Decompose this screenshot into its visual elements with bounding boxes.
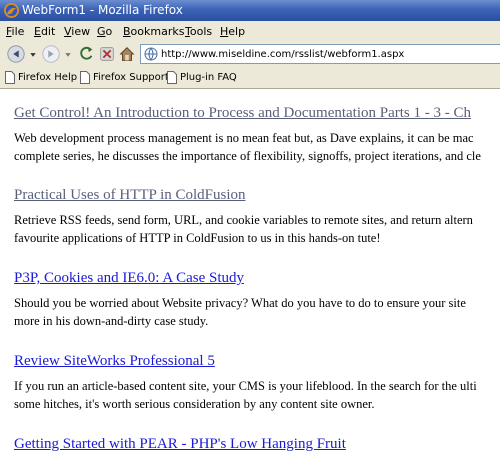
menu-file[interactable]: File [6, 25, 24, 38]
address-bar[interactable] [140, 44, 500, 64]
menu-tools[interactable]: Tools [185, 25, 212, 38]
article-link[interactable]: Practical Uses of HTTP in ColdFusion [14, 187, 473, 204]
back-arrow-icon[interactable] [5, 44, 27, 64]
article-link[interactable]: Review SiteWorks Professional 5 [14, 353, 477, 370]
menu-edit[interactable]: Edit [34, 25, 55, 38]
article-description-line: Retrieve RSS feeds, send form, URL, and … [14, 213, 473, 227]
title-bar[interactable]: WebForm1 - Mozilla Firefox [0, 0, 500, 21]
url-input[interactable] [161, 46, 491, 62]
article-item: Review SiteWorks Professional 5 If you r… [14, 353, 477, 413]
article-item: Get Control! An Introduction to Process … [14, 105, 481, 165]
article-description-line: some hitches, it's worth serious conside… [14, 397, 375, 411]
menu-help[interactable]: Help [220, 25, 245, 38]
forward-dropdown-icon[interactable] [63, 44, 73, 64]
bookmark-firefox-help[interactable]: Firefox Help [5, 71, 77, 85]
page-content: Get Control! An Introduction to Process … [0, 89, 500, 463]
firefox-app-icon [4, 3, 19, 18]
article-item: Getting Started with PEAR - PHP's Low Ha… [14, 436, 346, 453]
browser-window: WebForm1 - Mozilla Firefox File Edit Vie… [0, 0, 500, 463]
page-icon [5, 71, 15, 84]
dropdown-arrow-icon[interactable] [28, 44, 38, 64]
menu-bookmarks[interactable]: Bookmarks [123, 25, 184, 38]
article-link[interactable]: Get Control! An Introduction to Process … [14, 105, 481, 122]
window-title: WebForm1 - Mozilla Firefox [22, 3, 183, 17]
article-description-line: favourite applications of HTTP in ColdFu… [14, 231, 381, 245]
forward-arrow-icon[interactable] [40, 44, 62, 64]
bookmarks-toolbar: Firefox Help Firefox Support Plug-in FAQ [0, 67, 500, 89]
article-description-line: Should you be worried about Website priv… [14, 296, 466, 310]
article-description-line: complete series, he discusses the import… [14, 149, 481, 163]
article-description-line: If you run an article-based content site… [14, 379, 477, 393]
article-item: P3P, Cookies and IE6.0: A Case Study Sho… [14, 270, 466, 330]
bookmark-plugin-faq[interactable]: Plug-in FAQ [167, 71, 237, 85]
menu-go[interactable]: Go [97, 25, 112, 38]
article-description-line: more in his down-and-dirty case study. [14, 314, 209, 328]
stop-icon[interactable] [97, 44, 117, 64]
article-item: Practical Uses of HTTP in ColdFusion Ret… [14, 187, 473, 247]
reload-icon[interactable] [76, 44, 96, 64]
menu-bar: File Edit View Go Bookmarks Tools Help [0, 21, 500, 41]
bookmark-firefox-support[interactable]: Firefox Support [80, 71, 169, 85]
home-icon[interactable] [117, 44, 137, 64]
menu-view[interactable]: View [64, 25, 90, 38]
page-icon [80, 71, 90, 84]
article-description-line: Web development process management is no… [14, 131, 474, 145]
article-link[interactable]: P3P, Cookies and IE6.0: A Case Study [14, 270, 466, 287]
article-link[interactable]: Getting Started with PEAR - PHP's Low Ha… [14, 436, 346, 453]
page-icon [167, 71, 177, 84]
site-icon [144, 47, 158, 61]
